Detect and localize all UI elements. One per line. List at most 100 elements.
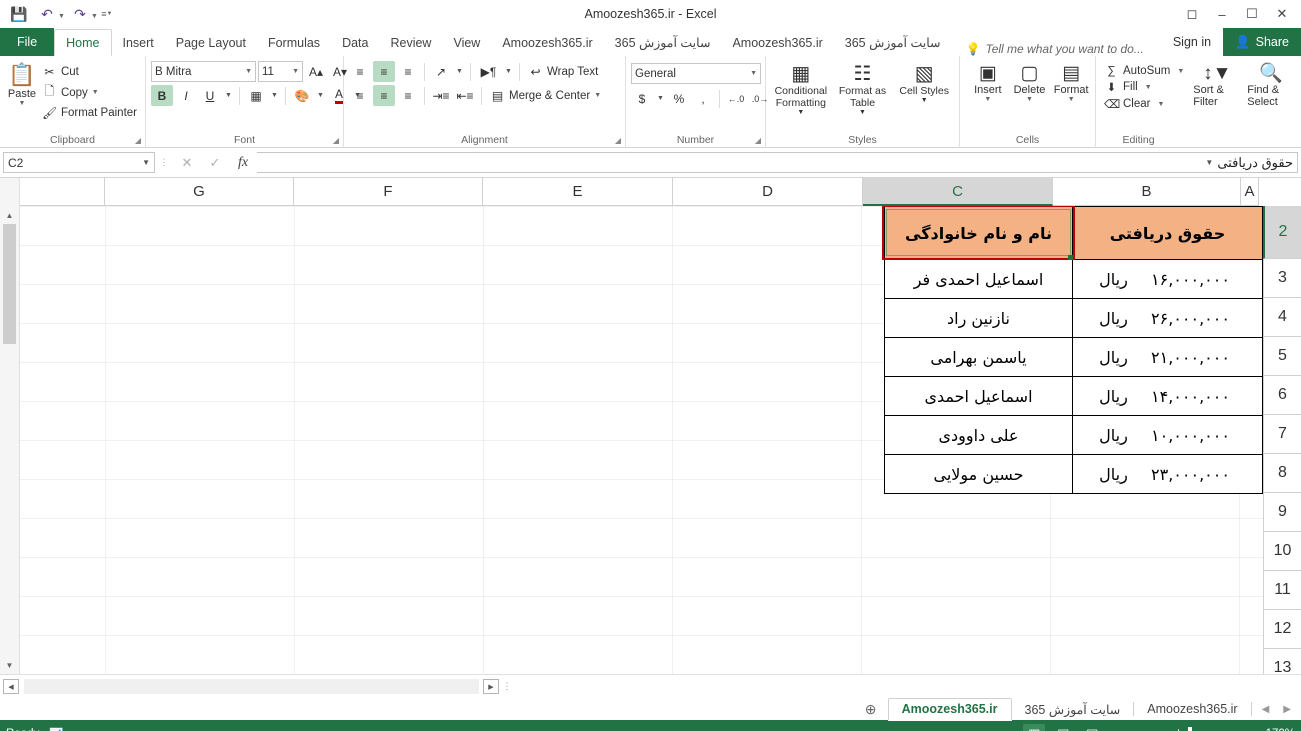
ribbon-display-options-icon[interactable]: ◻ bbox=[1177, 1, 1207, 27]
sheet-tab-2[interactable]: Amoozesh365.ir bbox=[1134, 698, 1250, 721]
header-cell-name[interactable]: نام و نام خانوادگی bbox=[884, 206, 1073, 260]
cell-name-3[interactable]: اسماعیل احمدی bbox=[884, 376, 1073, 416]
record-macro-icon[interactable]: 📊 bbox=[49, 727, 63, 731]
clipboard-dialog-launcher[interactable]: ◢ bbox=[135, 136, 141, 145]
currency-caret-icon[interactable]: ▼ bbox=[655, 88, 666, 109]
tab-view[interactable]: View bbox=[442, 29, 491, 56]
align-middle-button[interactable]: ≡ bbox=[373, 61, 395, 82]
row-header-3[interactable]: 3 bbox=[1263, 259, 1301, 298]
percent-format-button[interactable]: % bbox=[668, 88, 690, 109]
insert-caret-icon[interactable]: ▼ bbox=[984, 96, 991, 104]
sort-filter-button[interactable]: ↕▼ Sort & Filter bbox=[1193, 61, 1241, 108]
tab-home[interactable]: Home bbox=[54, 29, 112, 56]
row-header-11[interactable]: 11 bbox=[1263, 571, 1301, 610]
fill-caret-icon[interactable]: ▼ bbox=[1145, 84, 1152, 91]
cell-name-2[interactable]: یاسمن بهرامی bbox=[884, 337, 1073, 377]
insert-cells-button[interactable]: ▣ Insert ▼ bbox=[969, 61, 1007, 104]
column-header-D[interactable]: D bbox=[673, 178, 863, 206]
bold-button[interactable]: B bbox=[151, 85, 173, 106]
cell-salary-1[interactable]: ۲۶,۰۰۰,۰۰۰ ریال bbox=[1072, 298, 1263, 338]
merge-caret-icon[interactable]: ▼ bbox=[594, 92, 601, 99]
conditional-formatting-button[interactable]: ▦ Conditional Formatting ▼ bbox=[771, 61, 831, 117]
cell-name-0[interactable]: اسماعیل احمدی فر bbox=[884, 259, 1073, 299]
redo-icon[interactable]: ↷ bbox=[67, 3, 93, 25]
row-header-2[interactable]: 2 bbox=[1263, 206, 1301, 259]
row-header-4[interactable]: 4 bbox=[1263, 298, 1301, 337]
delete-cells-button[interactable]: ▢ Delete ▼ bbox=[1011, 61, 1049, 104]
sheet-nav-next-icon[interactable]: ▶ bbox=[1283, 704, 1291, 715]
cell-styles-button[interactable]: ▧ Cell Styles ▼ bbox=[894, 61, 954, 105]
column-header-C[interactable]: C bbox=[863, 178, 1053, 206]
borders-caret-icon[interactable]: ▼ bbox=[269, 85, 280, 106]
italic-button[interactable]: I bbox=[175, 85, 197, 106]
find-select-button[interactable]: 🔍 Find & Select bbox=[1247, 61, 1295, 108]
cell-name-4[interactable]: علی داوودی bbox=[884, 415, 1073, 455]
format-caret-icon[interactable]: ▼ bbox=[1068, 96, 1075, 104]
horizontal-scroll-thumb[interactable] bbox=[24, 679, 404, 694]
merge-center-button[interactable]: ▤ Merge & Center ▼ bbox=[487, 88, 604, 104]
column-header-B[interactable]: B bbox=[1053, 178, 1241, 206]
format-as-table-button[interactable]: ☷ Format as Table ▼ bbox=[833, 61, 893, 117]
format-as-table-caret-icon[interactable]: ▼ bbox=[859, 109, 866, 117]
zoom-out-button[interactable]: – bbox=[1114, 727, 1121, 731]
customize-qat-icon[interactable]: ≡ ▼ bbox=[100, 3, 114, 25]
align-center-button[interactable]: ≡ bbox=[373, 85, 395, 106]
restore-button[interactable]: ☐ bbox=[1237, 1, 1267, 27]
underline-button[interactable]: U bbox=[199, 85, 221, 106]
cell-name-1[interactable]: نازنین راد bbox=[884, 298, 1073, 338]
scroll-down-arrow[interactable]: ▼ bbox=[1, 656, 19, 674]
cell-salary-3[interactable]: ۱۴,۰۰۰,۰۰۰ ریال bbox=[1072, 376, 1263, 416]
column-header-F[interactable]: F bbox=[294, 178, 483, 206]
cell-styles-caret-icon[interactable]: ▼ bbox=[921, 97, 928, 105]
fill-color-caret-icon[interactable]: ▼ bbox=[315, 85, 326, 106]
tab-amoozesh-fa-1[interactable]: سایت آموزش 365 bbox=[604, 29, 722, 56]
page-layout-view-button[interactable]: ▣ bbox=[1052, 724, 1074, 731]
zoom-slider[interactable]: – + bbox=[1114, 727, 1242, 731]
font-size-caret-icon[interactable]: ▼ bbox=[287, 68, 299, 75]
increase-decimal-button[interactable]: ←.0 bbox=[725, 88, 747, 109]
number-format-select[interactable]: General ▼ bbox=[631, 63, 761, 84]
zoom-percentage[interactable]: 170% bbox=[1253, 728, 1295, 731]
increase-indent-button[interactable]: ⇤≡ bbox=[454, 85, 476, 106]
page-break-preview-button[interactable]: ▤ bbox=[1081, 724, 1103, 731]
cancel-edit-icon[interactable]: ✕ bbox=[173, 152, 201, 174]
redo-caret-icon[interactable]: ▼ bbox=[91, 9, 98, 20]
font-name-caret-icon[interactable]: ▼ bbox=[240, 68, 252, 75]
tab-insert[interactable]: Insert bbox=[112, 29, 165, 56]
tab-formulas[interactable]: Formulas bbox=[257, 29, 331, 56]
sign-in-button[interactable]: Sign in bbox=[1161, 35, 1223, 49]
column-header-blank[interactable] bbox=[20, 178, 105, 206]
row-header-7[interactable]: 7 bbox=[1263, 415, 1301, 454]
cell-salary-0[interactable]: ۱۶,۰۰۰,۰۰۰ ریال bbox=[1072, 259, 1263, 299]
tab-data[interactable]: Data bbox=[331, 29, 379, 56]
tab-amoozesh-fa-2[interactable]: سایت آموزش 365 bbox=[834, 29, 952, 56]
text-direction-button[interactable]: ▶¶ bbox=[476, 61, 501, 82]
cell-salary-5[interactable]: ۲۳,۰۰۰,۰۰۰ ریال bbox=[1072, 454, 1263, 494]
conditional-formatting-caret-icon[interactable]: ▼ bbox=[797, 109, 804, 117]
sheet-nav-prev-icon[interactable]: ◀ bbox=[1262, 704, 1270, 715]
borders-button[interactable]: ▦ bbox=[245, 85, 267, 106]
column-header-G[interactable]: G bbox=[105, 178, 294, 206]
zoom-in-button[interactable]: + bbox=[1235, 727, 1242, 731]
scroll-right-arrow[interactable]: ▶ bbox=[483, 679, 499, 694]
name-box-caret-icon[interactable]: ▼ bbox=[142, 158, 150, 167]
decrease-indent-button[interactable]: ⇥≡ bbox=[430, 85, 452, 106]
clear-caret-icon[interactable]: ▼ bbox=[1157, 101, 1164, 108]
name-box[interactable]: C2 ▼ bbox=[3, 152, 155, 173]
add-sheet-button[interactable]: ⊕ bbox=[854, 701, 888, 718]
orientation-caret-icon[interactable]: ▼ bbox=[454, 61, 465, 82]
vertical-scroll-thumb[interactable] bbox=[3, 224, 16, 344]
delete-caret-icon[interactable]: ▼ bbox=[1026, 96, 1033, 104]
align-bottom-button[interactable]: ≡ bbox=[397, 61, 419, 82]
fill-handle[interactable] bbox=[1068, 255, 1073, 260]
normal-view-button[interactable]: ▦ bbox=[1023, 724, 1046, 731]
save-icon[interactable]: 💾 bbox=[6, 3, 32, 25]
number-dialog-launcher[interactable]: ◢ bbox=[755, 136, 761, 145]
fill-button[interactable]: ⬇ Fill ▼ bbox=[1101, 79, 1187, 95]
tab-amoozesh365-1[interactable]: Amoozesh365.ir bbox=[491, 29, 603, 56]
font-name-input[interactable]: B Mitra ▼ bbox=[151, 61, 256, 82]
text-direction-caret-icon[interactable]: ▼ bbox=[503, 61, 514, 82]
formula-input[interactable]: حقوق دریافتی ▼ bbox=[257, 152, 1298, 173]
align-left-button[interactable]: ≡ bbox=[349, 85, 371, 106]
formula-expand-caret-icon[interactable]: ▼ bbox=[1205, 158, 1217, 167]
